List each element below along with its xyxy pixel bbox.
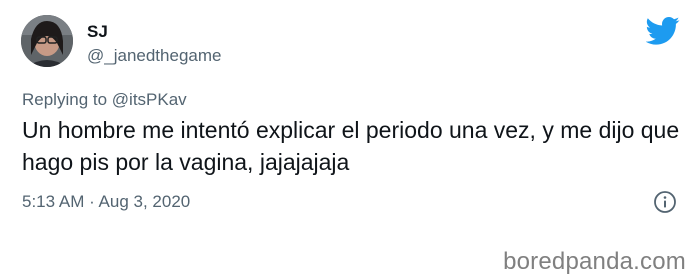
- reply-mention-link[interactable]: @itsPKav: [112, 90, 187, 109]
- info-icon[interactable]: [653, 190, 677, 214]
- twitter-bird-icon[interactable]: [646, 16, 680, 46]
- replying-to-line: Replying to @itsPKav: [22, 90, 187, 110]
- user-handle[interactable]: @_janedthegame: [87, 46, 221, 66]
- boredpanda-watermark: boredpanda.com: [503, 248, 686, 275]
- display-name[interactable]: SJ: [87, 22, 108, 42]
- tweet-text: Un hombre me intentó explicar el periodo…: [22, 117, 680, 175]
- tweet-timestamp[interactable]: 5:13 AM · Aug 3, 2020: [22, 192, 190, 212]
- replying-to-label: Replying to: [22, 90, 108, 109]
- tweet-card: SJ @_janedthegame Replying to @itsPKav U…: [0, 0, 700, 240]
- avatar[interactable]: [21, 15, 73, 67]
- avatar-image: [21, 15, 73, 67]
